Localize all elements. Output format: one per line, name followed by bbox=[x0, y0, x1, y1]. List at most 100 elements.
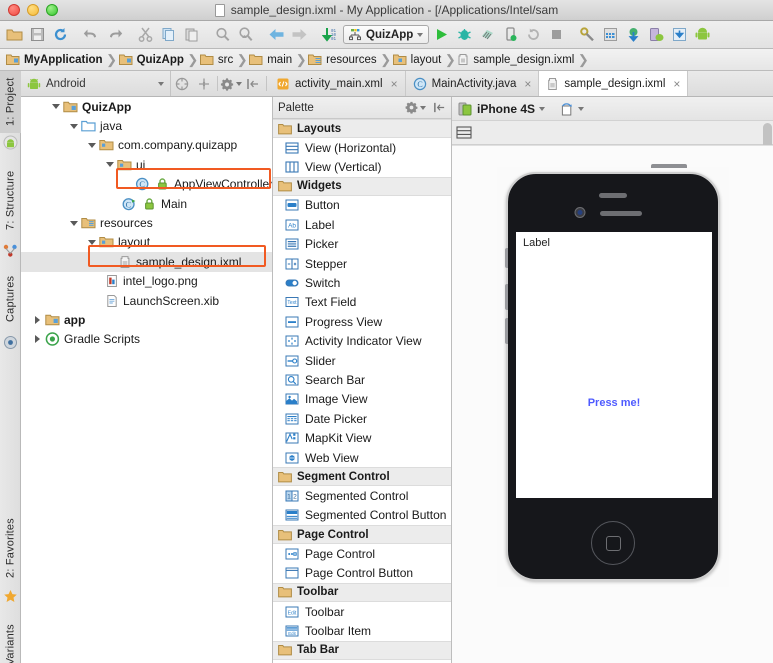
palette-item-label[interactable]: Ab Label bbox=[273, 215, 451, 234]
undo-icon[interactable] bbox=[81, 24, 102, 45]
tab-activity-main-xml[interactable]: activity_main.xml × bbox=[269, 71, 406, 96]
rerun-icon[interactable] bbox=[523, 24, 544, 45]
breadcrumb-item-src[interactable]: src bbox=[199, 53, 237, 66]
debug-icon[interactable] bbox=[454, 24, 475, 45]
twisty-expanded-icon[interactable] bbox=[103, 155, 116, 174]
close-icon[interactable]: × bbox=[391, 77, 398, 91]
tree-row-quizapp[interactable]: QuizApp bbox=[21, 97, 272, 116]
sidebar-item-project[interactable]: 1: Project bbox=[0, 71, 21, 133]
palette-item-toolbar-item[interactable]: Edit Toolbar Item bbox=[273, 621, 451, 640]
coverage-icon[interactable] bbox=[477, 24, 498, 45]
sync-icon[interactable] bbox=[50, 24, 71, 45]
close-icon[interactable]: × bbox=[524, 77, 531, 91]
layout-variants-icon[interactable] bbox=[456, 125, 473, 140]
breadcrumb-item-main[interactable]: main bbox=[249, 53, 296, 66]
copy-icon[interactable] bbox=[158, 24, 179, 45]
palette-item-progress-view[interactable]: Progress View bbox=[273, 312, 451, 331]
palette-item-page-control-button[interactable]: Page Control Button bbox=[273, 563, 451, 582]
project-tree[interactable]: QuizApp java com.company.quizapp ui C Ap… bbox=[21, 97, 273, 663]
chevron-down-icon[interactable] bbox=[578, 106, 585, 111]
palette-item-date-picker[interactable]: Date Picker bbox=[273, 409, 451, 428]
palette-item-web-view[interactable]: Web View bbox=[273, 448, 451, 467]
paste-icon[interactable] bbox=[181, 24, 202, 45]
palette-item-activity-indicator-view[interactable]: Activity Indicator View bbox=[273, 332, 451, 351]
sidebar-item-structure[interactable]: 7: Structure bbox=[0, 159, 21, 241]
twisty-collapsed-icon[interactable] bbox=[31, 310, 44, 329]
tree-row-launchscreen-xib[interactable]: LaunchScreen.xib bbox=[21, 291, 272, 310]
palette-item-toolbar[interactable]: Edit Toolbar bbox=[273, 602, 451, 621]
forward-icon[interactable] bbox=[289, 24, 310, 45]
tree-row-sample-design-ixml[interactable]: sample_design.ixml bbox=[21, 252, 272, 272]
collapse-all-icon[interactable] bbox=[171, 71, 193, 96]
tree-row-package-com-company-quizapp[interactable]: com.company.quizapp bbox=[21, 136, 272, 155]
tree-row-layout[interactable]: layout bbox=[21, 233, 272, 252]
tree-row-app[interactable]: app bbox=[21, 310, 272, 329]
tab-sample-design-ixml[interactable]: sample_design.ixml × bbox=[539, 71, 689, 96]
chevron-down-icon[interactable] bbox=[420, 105, 426, 110]
redo-icon[interactable] bbox=[104, 24, 125, 45]
attach-debugger-icon[interactable] bbox=[500, 24, 521, 45]
palette-category-widgets[interactable]: Widgets bbox=[273, 176, 451, 196]
back-icon[interactable] bbox=[266, 24, 287, 45]
sidebar-item-captures[interactable]: Captures bbox=[0, 265, 21, 333]
palette-item-button[interactable]: Button bbox=[273, 196, 451, 215]
palette-item-view-horizontal[interactable]: View (Horizontal) bbox=[273, 138, 451, 157]
tree-row-intel-logo-png[interactable]: intel_logo.png bbox=[21, 272, 272, 291]
avd-manager-icon[interactable] bbox=[646, 24, 667, 45]
palette-item-picker[interactable]: Picker bbox=[273, 235, 451, 254]
project-view-selector[interactable]: Android bbox=[21, 71, 171, 96]
replace-icon[interactable] bbox=[235, 24, 256, 45]
preview-canvas[interactable]: Label Press me! bbox=[452, 145, 773, 663]
tree-row-gradle-scripts[interactable]: Gradle Scripts bbox=[21, 330, 272, 349]
palette-item-switch[interactable]: Switch bbox=[273, 273, 451, 292]
stop-icon[interactable] bbox=[546, 24, 567, 45]
download-icon[interactable] bbox=[669, 24, 690, 45]
close-icon[interactable]: × bbox=[673, 77, 680, 91]
gear-icon[interactable] bbox=[220, 71, 242, 96]
palette-item-mapkit-view[interactable]: MapKit View bbox=[273, 428, 451, 447]
palette-item-slider[interactable]: Slider bbox=[273, 351, 451, 370]
sidebar-item-build-variants[interactable]: Build Variants bbox=[0, 611, 21, 663]
tree-row-package-ui[interactable]: ui bbox=[21, 155, 272, 174]
palette-category-layouts[interactable]: Layouts bbox=[273, 119, 451, 138]
hide-icon[interactable] bbox=[242, 71, 264, 96]
breadcrumb-item-quizapp[interactable]: QuizApp bbox=[118, 53, 188, 66]
palette-category-segment-control[interactable]: Segment Control bbox=[273, 467, 451, 487]
run-configuration-selector[interactable]: QuizApp bbox=[343, 25, 429, 44]
cut-icon[interactable] bbox=[135, 24, 156, 45]
palette-item-segmented-control[interactable]: 12 Segmented Control bbox=[273, 486, 451, 505]
tree-row-resources[interactable]: resources bbox=[21, 213, 272, 232]
sync-gradle-icon[interactable] bbox=[623, 24, 644, 45]
settings-wrench-icon[interactable] bbox=[577, 24, 598, 45]
gear-icon[interactable] bbox=[405, 101, 426, 114]
breadcrumb-item-sample-design[interactable]: sample_design.ixml bbox=[457, 53, 578, 66]
screen-label[interactable]: Label bbox=[523, 237, 550, 249]
home-button[interactable] bbox=[591, 521, 635, 565]
sdk-manager-icon[interactable] bbox=[600, 24, 621, 45]
twisty-collapsed-icon[interactable] bbox=[31, 330, 44, 349]
chevron-down-icon[interactable] bbox=[539, 106, 546, 111]
palette-item-page-control[interactable]: Page Control bbox=[273, 544, 451, 563]
twisty-expanded-icon[interactable] bbox=[67, 214, 80, 233]
orientation-selector[interactable] bbox=[559, 102, 585, 116]
expand-all-icon[interactable] bbox=[193, 71, 215, 96]
screen-button[interactable]: Press me! bbox=[516, 397, 712, 409]
palette-item-view-vertical[interactable]: View (Vertical) bbox=[273, 157, 451, 176]
palette-item-image-view[interactable]: Image View bbox=[273, 390, 451, 409]
breadcrumb-item-layout[interactable]: layout bbox=[392, 53, 446, 66]
palette-category-page-control[interactable]: Page Control bbox=[273, 525, 451, 545]
twisty-expanded-icon[interactable] bbox=[85, 136, 98, 155]
twisty-expanded-icon[interactable] bbox=[85, 233, 98, 252]
breadcrumb-item-resources[interactable]: resources bbox=[308, 53, 381, 66]
find-icon[interactable] bbox=[212, 24, 233, 45]
palette-category-toolbar[interactable]: Toolbar bbox=[273, 582, 451, 602]
device-screen[interactable]: Label Press me! bbox=[516, 232, 712, 498]
palette-item-search-bar[interactable]: Search Bar bbox=[273, 370, 451, 389]
palette-item-segmented-control-button[interactable]: Segmented Control Button bbox=[273, 506, 451, 525]
save-all-icon[interactable] bbox=[27, 24, 48, 45]
twisty-expanded-icon[interactable] bbox=[67, 117, 80, 136]
breadcrumb-item-myapplication[interactable]: MyApplication bbox=[6, 53, 107, 66]
tree-row-appviewcontroller[interactable]: C AppViewController bbox=[21, 175, 272, 194]
twisty-expanded-icon[interactable] bbox=[49, 97, 62, 116]
android-device-monitor-icon[interactable] bbox=[692, 24, 713, 45]
